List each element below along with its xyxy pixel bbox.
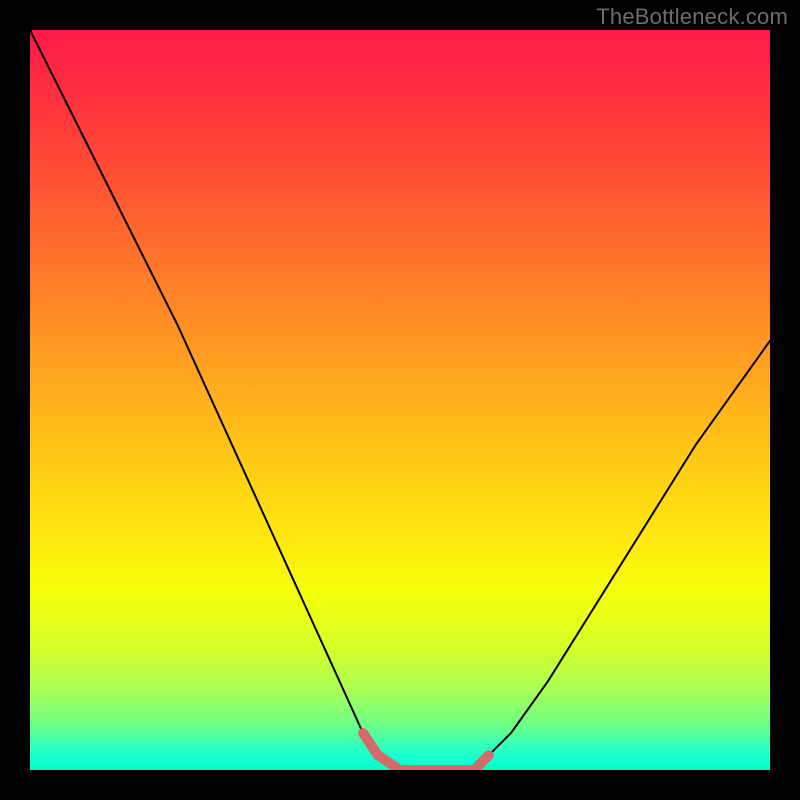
highlight-band-path — [363, 733, 489, 770]
plot-area — [30, 30, 770, 770]
curve-svg — [30, 30, 770, 770]
chart-frame: TheBottleneck.com — [0, 0, 800, 800]
bottleneck-curve-path — [30, 30, 770, 770]
watermark-text: TheBottleneck.com — [596, 4, 788, 30]
